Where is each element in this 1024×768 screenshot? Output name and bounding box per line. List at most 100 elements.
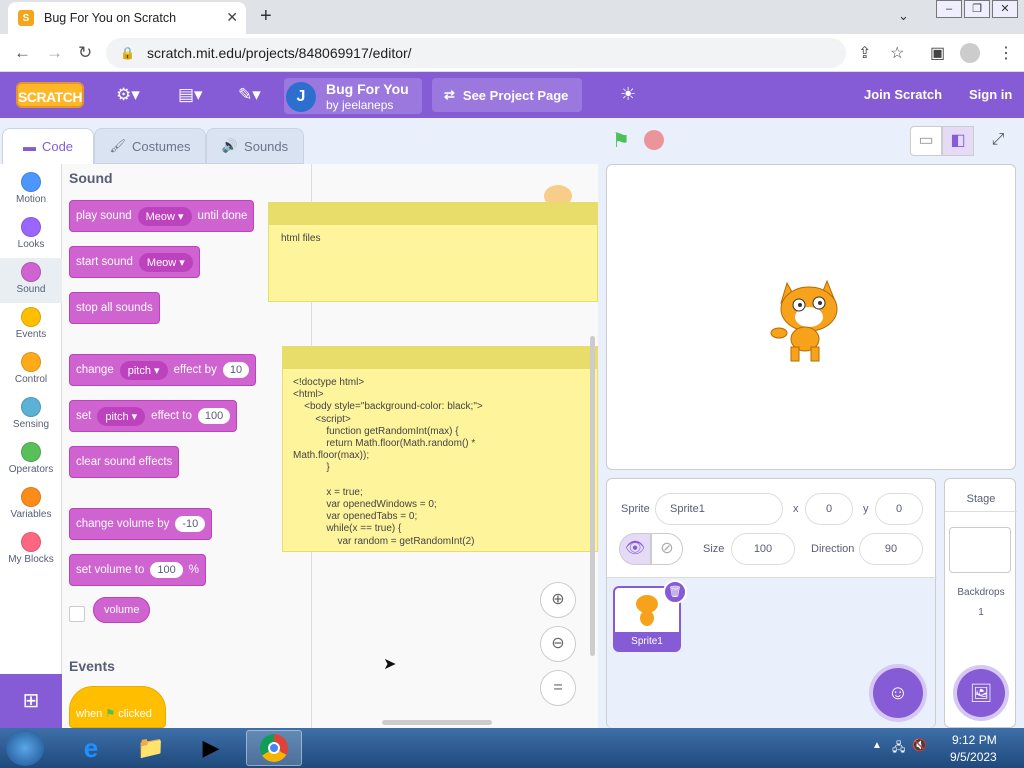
note-text[interactable]: html files <box>281 233 320 245</box>
comment-note-html-files[interactable]: html files <box>268 202 598 302</box>
see-project-page-button[interactable]: ⇄ See Project Page <box>432 78 582 112</box>
block-start-sound[interactable]: start sound Meow ▾ <box>69 246 200 278</box>
block-set-effect[interactable]: set pitch ▾ effect to 100 <box>69 400 238 432</box>
zoom-in-button[interactable]: ⊕ <box>540 582 576 618</box>
cat-sprite-icon[interactable] <box>767 273 853 368</box>
category-motion[interactable]: Motion <box>0 168 62 213</box>
note-text[interactable]: <!doctype html> <html> <body style="back… <box>293 377 483 548</box>
profile-avatar-icon[interactable] <box>960 43 980 63</box>
start-button-icon[interactable] <box>6 730 44 766</box>
category-my-blocks[interactable]: My Blocks <box>0 528 62 573</box>
volume-muted-icon[interactable]: 🔇 <box>912 738 927 752</box>
category-events[interactable]: Events <box>0 303 62 348</box>
large-stage-icon[interactable]: ◧ <box>942 126 974 156</box>
bookmark-star-icon[interactable]: ☆ <box>890 43 904 63</box>
effect-dropdown[interactable]: pitch ▾ <box>119 360 168 380</box>
comment-note-code[interactable]: <!doctype html> <html> <body style="back… <box>282 346 598 552</box>
author-avatar[interactable]: J <box>286 82 316 112</box>
direction-field[interactable]: 90 <box>859 533 923 565</box>
file-explorer-icon[interactable]: 📁 <box>126 730 176 766</box>
show-sprite-eye-icon[interactable]: 👁 <box>619 533 651 565</box>
stop-icon[interactable] <box>644 130 664 150</box>
number-input[interactable]: 10 <box>222 362 250 378</box>
block-change-effect[interactable]: change pitch ▾ effect by 10 <box>69 354 257 386</box>
add-extension-button[interactable]: ⊞ <box>0 674 62 728</box>
hide-sprite-eye-icon[interactable]: ⊘ <box>651 533 683 565</box>
lock-icon[interactable]: 🔒 <box>120 46 135 60</box>
zoom-out-button[interactable]: ⊖ <box>540 626 576 662</box>
stage-selector-pane[interactable]: Stage Backdrops 1 🖼 <box>944 478 1017 728</box>
block-set-volume[interactable]: set volume to 100 % <box>69 554 206 586</box>
block-when-flag-clicked[interactable]: when ⚑ clicked <box>69 686 166 728</box>
fullscreen-icon[interactable]: ⤢ <box>982 126 1014 156</box>
internet-explorer-icon[interactable]: e <box>66 730 116 766</box>
sign-in-link[interactable]: Sign in <box>969 87 1012 102</box>
number-input[interactable]: -10 <box>175 516 206 532</box>
horizontal-scrollbar[interactable] <box>382 720 492 725</box>
stage-canvas[interactable] <box>606 164 1016 470</box>
size-field[interactable]: 100 <box>731 533 795 565</box>
choose-backdrop-button[interactable]: 🖼 <box>957 669 1005 717</box>
vertical-scrollbar[interactable] <box>590 336 595 656</box>
kebab-menu-icon[interactable]: ⋮ <box>998 43 1014 63</box>
project-author[interactable]: by jeelaneps <box>326 98 393 112</box>
browser-tab[interactable]: S Bug For You on Scratch ✕ <box>8 2 246 34</box>
share-icon[interactable]: ⇪ <box>858 43 871 63</box>
reload-icon[interactable]: ↻ <box>78 43 92 63</box>
scratch-logo[interactable]: SCRATCH <box>16 82 84 108</box>
media-player-icon[interactable]: ▶ <box>186 730 236 766</box>
note-header[interactable] <box>269 203 597 225</box>
small-stage-icon[interactable]: ▭ <box>910 126 942 156</box>
code-workspace[interactable]: html files <!doctype html> <html> <body … <box>268 164 598 728</box>
close-window-icon[interactable]: ✕ <box>992 0 1018 18</box>
new-tab-icon[interactable]: + <box>260 5 272 28</box>
restore-icon[interactable]: ❐ <box>964 0 990 18</box>
green-flag-icon[interactable]: ⚑ <box>612 128 630 153</box>
tab-sounds[interactable]: 🔊 Sounds <box>206 128 304 164</box>
x-field[interactable]: 0 <box>805 493 853 525</box>
tab-search-chevron-icon[interactable]: ⌄ <box>898 8 909 24</box>
sprite-thumbnail[interactable]: Sprite1 🗑 <box>613 580 687 652</box>
block-clear-sound-effects[interactable]: clear sound effects <box>69 446 180 478</box>
number-input[interactable]: 100 <box>197 408 231 424</box>
url-bar[interactable]: 🔒 scratch.mit.edu/projects/848069917/edi… <box>106 38 846 68</box>
tab-code[interactable]: ▬ Code <box>2 128 94 164</box>
category-looks[interactable]: Looks <box>0 213 62 258</box>
tab-costumes[interactable]: 🖌 Costumes <box>94 128 206 164</box>
note-header[interactable] <box>283 347 597 369</box>
theme-bulb-icon[interactable]: ☀ <box>620 84 636 105</box>
block-stop-all-sounds[interactable]: stop all sounds <box>69 292 160 324</box>
file-menu-icon[interactable]: ▤▾ <box>178 85 203 105</box>
category-sound[interactable]: Sound <box>0 258 62 303</box>
stage-thumbnail[interactable] <box>949 527 1011 573</box>
close-tab-icon[interactable]: ✕ <box>226 9 238 26</box>
sprite-name-field[interactable]: Sprite1 <box>655 493 783 525</box>
clock-time[interactable]: 9:12 PM <box>952 733 997 747</box>
y-field[interactable]: 0 <box>875 493 923 525</box>
delete-sprite-trash-icon[interactable]: 🗑 <box>663 580 687 604</box>
project-title[interactable]: Bug For You <box>326 81 409 97</box>
category-variables[interactable]: Variables <box>0 483 62 528</box>
sound-dropdown[interactable]: Meow ▾ <box>138 252 193 272</box>
join-scratch-link[interactable]: Join Scratch <box>864 87 942 102</box>
minimize-icon[interactable]: – <box>936 0 962 18</box>
effect-dropdown[interactable]: pitch ▾ <box>97 406 146 426</box>
block-play-sound[interactable]: play sound Meow ▾ until done <box>69 200 255 232</box>
block-volume-reporter[interactable]: volume <box>93 597 151 623</box>
block-change-volume[interactable]: change volume by -10 <box>69 508 213 540</box>
network-icon[interactable]: 🖧 <box>892 738 905 759</box>
settings-gear-icon[interactable]: ⚙▾ <box>116 85 140 105</box>
tray-expand-icon[interactable]: ▲ <box>872 740 882 751</box>
choose-sprite-button[interactable]: ☺ <box>873 668 923 718</box>
chrome-taskbar-button[interactable] <box>246 730 302 766</box>
side-panel-icon[interactable]: ▣ <box>930 43 945 63</box>
volume-monitor-checkbox[interactable] <box>69 606 85 622</box>
edit-menu-icon[interactable]: ✎▾ <box>238 85 261 105</box>
back-arrow-icon[interactable]: ← <box>14 43 31 63</box>
category-control[interactable]: Control <box>0 348 62 393</box>
sound-dropdown[interactable]: Meow ▾ <box>137 206 192 226</box>
category-sensing[interactable]: Sensing <box>0 393 62 438</box>
category-operators[interactable]: Operators <box>0 438 62 483</box>
forward-arrow-icon[interactable]: → <box>46 43 63 63</box>
zoom-reset-button[interactable]: = <box>540 670 576 706</box>
